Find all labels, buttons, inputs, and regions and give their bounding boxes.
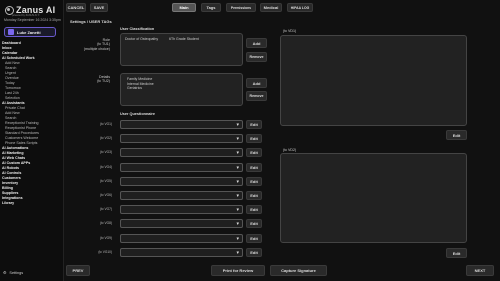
brand-tagline: powered by ZANUS AI ® [12, 14, 40, 17]
tab-tags[interactable]: Tags [201, 3, 221, 12]
breadcrumb: Settings / USER TAGs [70, 19, 112, 24]
chevron-down-icon: ▾ [236, 235, 239, 242]
tab-hipaa-log[interactable]: HIPAA LOG [287, 3, 313, 12]
question-select[interactable]: ▾ [120, 120, 243, 129]
chevron-down-icon: ▾ [236, 193, 239, 199]
role-label: Role (tc TU1) (multiple choice) [83, 38, 110, 51]
details-add-button[interactable]: Add [246, 78, 267, 88]
chevron-down-icon: ▾ [236, 207, 239, 214]
chevron-down-icon: ▾ [236, 249, 239, 256]
role-list[interactable]: Doctor of Osteopathy 6Th Grade Student [120, 33, 243, 66]
question-label: (tc VG4) [100, 164, 112, 169]
user-profile-button[interactable]: Luke Zanetti [4, 27, 56, 37]
role-value[interactable]: 6Th Grade Student [169, 37, 199, 41]
question-label: (tc VG6) [100, 193, 112, 197]
chevron-down-icon: ▾ [236, 122, 239, 128]
chevron-down-icon: ▾ [236, 136, 239, 143]
sidebar-item[interactable]: Library [2, 201, 62, 206]
details-list[interactable]: Family Medicine Internal Medicine Geriat… [120, 73, 243, 106]
question-select[interactable]: ▾ [120, 162, 243, 172]
vd1-label: (tc VD1) [283, 29, 297, 33]
questionnaire-title: User Questionnaire [120, 112, 156, 116]
question-label: (tc VG3) [100, 150, 112, 155]
question-label: (tc VG8) [100, 221, 112, 226]
print-for-review-button[interactable]: Print for Review [211, 265, 265, 276]
sidebar: Zanus AI powered by ZANUS AI ® Monday Se… [0, 0, 64, 281]
question-edit-button[interactable]: Edit [246, 134, 262, 144]
question-select[interactable]: ▾ [120, 233, 243, 243]
current-datetime: Monday September 16 2024 3:35pm [4, 18, 61, 22]
question-label: (tc VG5) [100, 178, 112, 183]
avatar-icon [8, 29, 14, 35]
details-value[interactable]: Geriatrics [127, 86, 142, 90]
question-select[interactable]: ▾ [120, 134, 243, 144]
settings-label: Settings [9, 270, 24, 275]
tab-main[interactable]: Main [172, 3, 196, 12]
prev-button[interactable]: PREV [66, 265, 90, 276]
classification-title: User Classification [120, 27, 155, 31]
chevron-down-icon: ▾ [236, 150, 239, 157]
gear-icon: ⚙ [3, 271, 7, 275]
role-add-button[interactable]: Add [246, 38, 267, 48]
role-remove-button[interactable]: Remove [246, 52, 267, 62]
question-edit-button[interactable]: Edit [246, 148, 262, 158]
question-edit-button[interactable]: Edit [246, 233, 262, 243]
question-edit-button[interactable]: Edit [246, 191, 262, 200]
question-edit-button[interactable]: Edit [246, 205, 262, 215]
details-remove-button[interactable]: Remove [246, 91, 267, 101]
question-edit-button[interactable]: Edit [246, 247, 262, 257]
question-label: (tc VG1) [100, 122, 112, 126]
question-select[interactable]: ▾ [120, 219, 243, 229]
question-edit-button[interactable]: Edit [246, 219, 262, 229]
question-select[interactable]: ▾ [120, 176, 243, 186]
user-name: Luke Zanetti [17, 29, 41, 35]
save-button[interactable]: SAVE [90, 3, 108, 12]
vd1-textarea[interactable] [280, 35, 467, 126]
settings-link[interactable]: ⚙ Settings [3, 270, 24, 276]
cancel-button[interactable]: CANCEL [66, 3, 86, 12]
question-edit-button[interactable]: Edit [246, 176, 262, 186]
next-button[interactable]: NEXT [466, 265, 494, 276]
role-value[interactable]: Doctor of Osteopathy [125, 37, 158, 41]
question-label: (tc VG9) [100, 235, 112, 240]
question-select[interactable]: ▾ [120, 148, 243, 158]
sidebar-nav: Dashboard Inbox Calendar AI Scheduled Work A… [2, 41, 62, 206]
question-edit-button[interactable]: Edit [246, 120, 262, 129]
question-edit-button[interactable]: Edit [246, 162, 262, 172]
question-label: (tc VG2) [100, 136, 112, 141]
tab-medical[interactable]: Medical [260, 3, 282, 12]
question-select[interactable]: ▾ [120, 247, 243, 257]
vd2-label: (tc VD2) [283, 148, 297, 152]
tab-permissions[interactable]: Permissions [226, 3, 256, 12]
vd2-edit-button[interactable]: Edit [446, 248, 467, 258]
capture-signature-button[interactable]: Capture Signature [270, 265, 327, 276]
chevron-down-icon: ▾ [236, 221, 239, 228]
question-select[interactable]: ▾ [120, 191, 243, 200]
question-select[interactable]: ▾ [120, 205, 243, 215]
question-label: (tc VG7) [100, 207, 112, 212]
question-label: (tc VG10) [98, 249, 112, 254]
vd1-edit-button[interactable]: Edit [446, 130, 467, 140]
chevron-down-icon: ▾ [236, 164, 239, 171]
vd2-textarea[interactable] [280, 153, 467, 243]
chevron-down-icon: ▾ [236, 178, 239, 185]
details-label: Details (tc TU2) [97, 75, 110, 84]
